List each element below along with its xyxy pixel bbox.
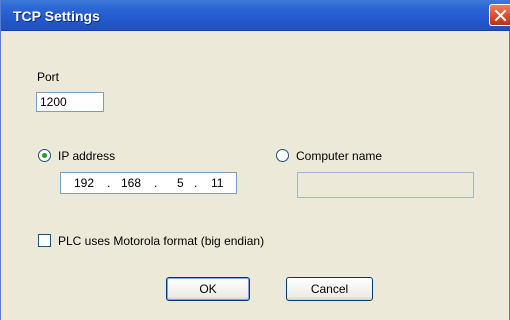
ok-button[interactable]: OK bbox=[166, 277, 250, 301]
ip-octet-2: 168 bbox=[121, 176, 142, 190]
ip-separator-2: . bbox=[154, 176, 158, 190]
port-field[interactable]: 1200 bbox=[36, 92, 104, 112]
motorola-format-label: PLC uses Motorola format (big endian) bbox=[58, 234, 265, 248]
port-label: Port bbox=[37, 70, 60, 84]
ip-separator-3: . bbox=[194, 176, 198, 190]
title-bar[interactable]: TCP Settings bbox=[1, 0, 510, 31]
close-icon bbox=[494, 9, 507, 22]
dialog-title: TCP Settings bbox=[13, 8, 100, 24]
computer-name-field[interactable] bbox=[297, 172, 474, 198]
ip-separator-1: . bbox=[107, 176, 111, 190]
cancel-button[interactable]: Cancel bbox=[286, 277, 373, 301]
ip-octet-4: 11 bbox=[211, 176, 224, 190]
ip-octet-1: 192 bbox=[74, 176, 95, 190]
motorola-format-checkbox[interactable] bbox=[38, 234, 51, 247]
ip-address-field[interactable]: 192 . 168 . 5 . 11 bbox=[60, 172, 237, 194]
ip-octet-3: 5 bbox=[177, 176, 184, 190]
ip-address-label: IP address bbox=[58, 149, 116, 163]
close-button[interactable] bbox=[489, 4, 510, 26]
port-value: 1200 bbox=[40, 95, 67, 109]
radio-selected-dot bbox=[42, 153, 47, 158]
tcp-settings-dialog: TCP Settings Port 1200 IP address 192 . … bbox=[0, 0, 510, 320]
ip-address-radio[interactable] bbox=[38, 149, 51, 162]
computer-name-radio[interactable] bbox=[276, 149, 289, 162]
computer-name-label: Computer name bbox=[296, 149, 383, 163]
